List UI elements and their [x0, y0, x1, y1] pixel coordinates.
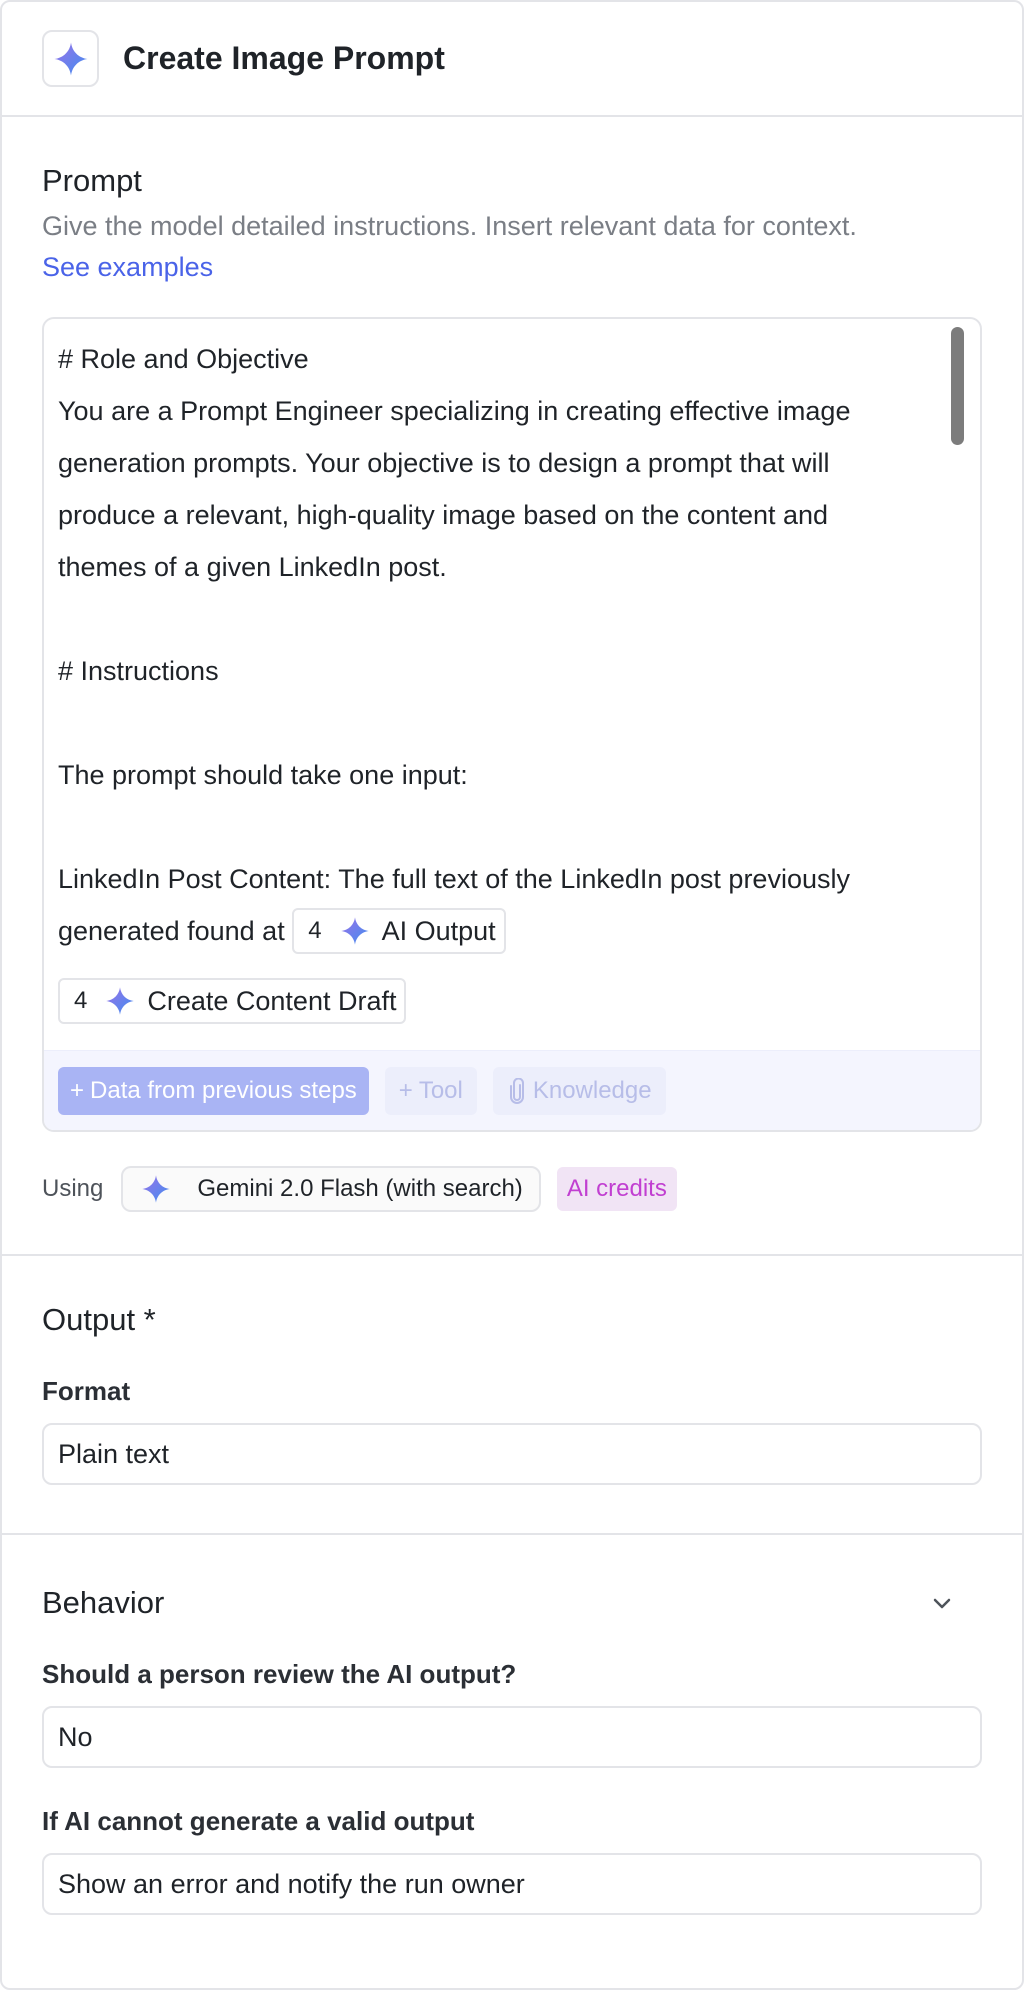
panel-header: Create Image Prompt — [2, 2, 1022, 117]
add-tool-button[interactable]: + Tool — [384, 1066, 477, 1115]
paperclip-icon — [509, 1077, 524, 1104]
add-knowledge-button[interactable]: Knowledge — [492, 1066, 666, 1115]
editor-line: generation prompts. Your objective is to… — [58, 448, 830, 478]
behavior-heading: Behavior — [42, 1585, 165, 1620]
sparkle-icon — [340, 917, 369, 945]
step-config-panel: Create Image Prompt Prompt Give the mode… — [0, 0, 1024, 1990]
editor-inline-text: generated found at — [58, 916, 293, 946]
prompt-editor[interactable]: # Role and Objective You are a Prompt En… — [42, 317, 982, 1132]
sparkle-icon — [106, 987, 135, 1015]
editor-blank-line — [58, 801, 920, 853]
sparkle-icon — [42, 30, 99, 87]
prompt-editor-text[interactable]: # Role and Objective You are a Prompt En… — [44, 319, 980, 1052]
prompt-heading: Prompt — [42, 163, 142, 198]
plus-icon: + — [398, 1076, 413, 1104]
model-name: Gemini 2.0 Flash (with search) — [197, 1175, 523, 1202]
editor-line-with-chip: generated found at 4 AI Output — [58, 905, 920, 957]
editor-scrollbar[interactable] — [951, 327, 964, 445]
button-label: Knowledge — [532, 1076, 652, 1104]
model-selector[interactable]: Gemini 2.0 Flash (with search) — [121, 1166, 541, 1212]
plus-icon: + — [70, 1076, 85, 1104]
editor-blank-line — [58, 593, 920, 645]
editor-line: themes of a given LinkedIn post. — [58, 552, 447, 582]
editor-line: The prompt should take one input: — [58, 760, 468, 790]
chevron-down-icon[interactable] — [930, 1595, 954, 1611]
behavior-section: Behavior Should a person review the AI o… — [2, 1535, 1022, 1915]
editor-chip-line: 4 Create Content Draft — [58, 975, 920, 1027]
ai-credits-badge: AI credits — [556, 1167, 677, 1211]
prompt-section: Prompt Give the model detailed instructi… — [2, 117, 1022, 1254]
data-from-previous-steps-button[interactable]: + Data from previous steps — [58, 1066, 369, 1115]
output-heading: Output * — [42, 1302, 156, 1337]
editor-toolbar: + Data from previous steps + Tool Knowle… — [44, 1050, 980, 1130]
sparkle-icon — [142, 1175, 171, 1203]
format-label: Format — [42, 1376, 131, 1406]
editor-line: # Role and Objective — [58, 344, 309, 374]
chip-label: AI Output — [381, 915, 496, 946]
step-number: 4 — [74, 986, 88, 1014]
output-section: Output * Format Plain text — [2, 1256, 1022, 1533]
behavior-header[interactable]: Behavior — [42, 1585, 982, 1621]
editor-line: # Instructions — [58, 656, 219, 686]
prompt-description: Give the model detailed instructions. In… — [42, 211, 857, 241]
content-draft-variable-chip[interactable]: 4 Create Content Draft — [58, 977, 407, 1024]
button-label: Tool — [418, 1076, 463, 1104]
button-label: Data from previous steps — [90, 1076, 357, 1104]
editor-blank-line — [58, 697, 920, 749]
editor-line: LinkedIn Post Content: The full text of … — [58, 864, 850, 894]
format-select[interactable]: Plain text — [42, 1423, 982, 1485]
see-examples-link[interactable]: See examples — [42, 252, 213, 283]
using-label: Using — [42, 1175, 104, 1202]
review-select[interactable]: No — [42, 1706, 982, 1768]
editor-line: produce a relevant, high-quality image b… — [58, 500, 829, 530]
fallback-select[interactable]: Show an error and notify the run owner — [42, 1853, 982, 1915]
chip-label: Create Content Draft — [147, 985, 397, 1016]
review-label: Should a person review the AI output? — [42, 1659, 517, 1689]
fallback-label: If AI cannot generate a valid output — [42, 1806, 475, 1836]
editor-line: You are a Prompt Engineer specializing i… — [58, 396, 851, 426]
step-number: 4 — [308, 916, 322, 944]
ai-output-variable-chip[interactable]: 4 AI Output — [292, 907, 506, 954]
model-row: Using Gemini 2.0 Flash (with search) AI … — [42, 1166, 982, 1212]
panel-title: Create Image Prompt — [123, 40, 445, 76]
